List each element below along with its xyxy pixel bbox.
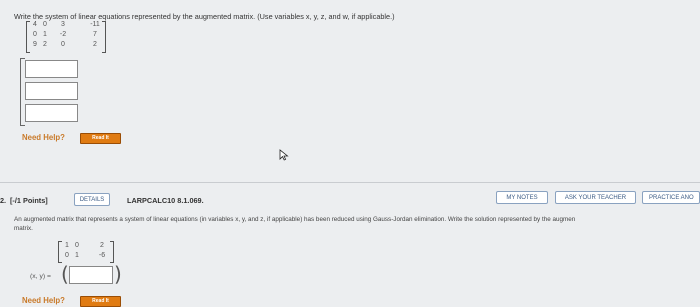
need-help-label: Need Help? — [22, 296, 65, 305]
matrix-cell: 0 — [75, 242, 79, 249]
solution-paren-close: ) — [114, 262, 122, 286]
need-help-label: Need Help? — [22, 133, 65, 142]
q2-number: 2. — [0, 196, 7, 205]
equation-3-input[interactable] — [25, 104, 78, 122]
matrix-cell: -11 — [90, 21, 100, 28]
matrix-cell: 2 — [93, 41, 97, 48]
matrix-cell: 2 — [43, 41, 47, 48]
matrix-cell: 1 — [75, 252, 79, 259]
matrix-cell: 1 — [43, 31, 47, 38]
matrix-cell: 2 — [100, 242, 104, 249]
matrix-cell: 1 — [65, 242, 69, 249]
solution-input[interactable] — [69, 266, 113, 284]
matrix-bracket-right — [110, 241, 114, 263]
q2-problem-code: LARPCALC10 8.1.069. — [127, 196, 204, 205]
solution-paren-open: ( — [61, 262, 69, 286]
solution-label: (x, y) = — [30, 273, 51, 280]
matrix-cell: 7 — [93, 31, 97, 38]
q2-prompt-line2: matrix. — [14, 225, 33, 232]
matrix-cell: -6 — [98, 252, 106, 259]
matrix-cell: 4 — [33, 21, 37, 28]
question-divider — [0, 182, 700, 183]
equation-1-input[interactable] — [25, 60, 78, 78]
matrix-cell: 0 — [65, 252, 69, 259]
practice-another-button[interactable]: PRACTICE ANO — [642, 191, 700, 204]
my-notes-button[interactable]: MY NOTES — [496, 191, 548, 204]
equation-2-input[interactable] — [25, 82, 78, 100]
read-it-button[interactable]: Read It — [80, 133, 121, 144]
matrix-cell: 0 — [61, 41, 65, 48]
matrix-cell: 0 — [33, 31, 37, 38]
matrix-cell: 3 — [61, 21, 65, 28]
matrix-cell: 9 — [33, 41, 37, 48]
matrix-bracket-right — [102, 21, 106, 53]
q2-prompt-line1: An augmented matrix that represents a sy… — [14, 216, 576, 223]
matrix-cell: -2 — [59, 31, 67, 38]
details-button[interactable]: DETAILS — [74, 193, 110, 206]
read-it-button[interactable]: Read It — [80, 296, 121, 307]
q1-augmented-matrix: 4 0 3 -11 0 1 -2 7 9 2 0 2 — [24, 20, 124, 54]
matrix-cell: 0 — [43, 21, 47, 28]
ask-teacher-button[interactable]: ASK YOUR TEACHER — [555, 191, 636, 204]
q2-augmented-matrix: 1 0 2 0 1 -6 — [58, 240, 128, 264]
q2-points: [-/1 Points] — [10, 196, 48, 205]
mouse-pointer-icon — [279, 149, 289, 161]
